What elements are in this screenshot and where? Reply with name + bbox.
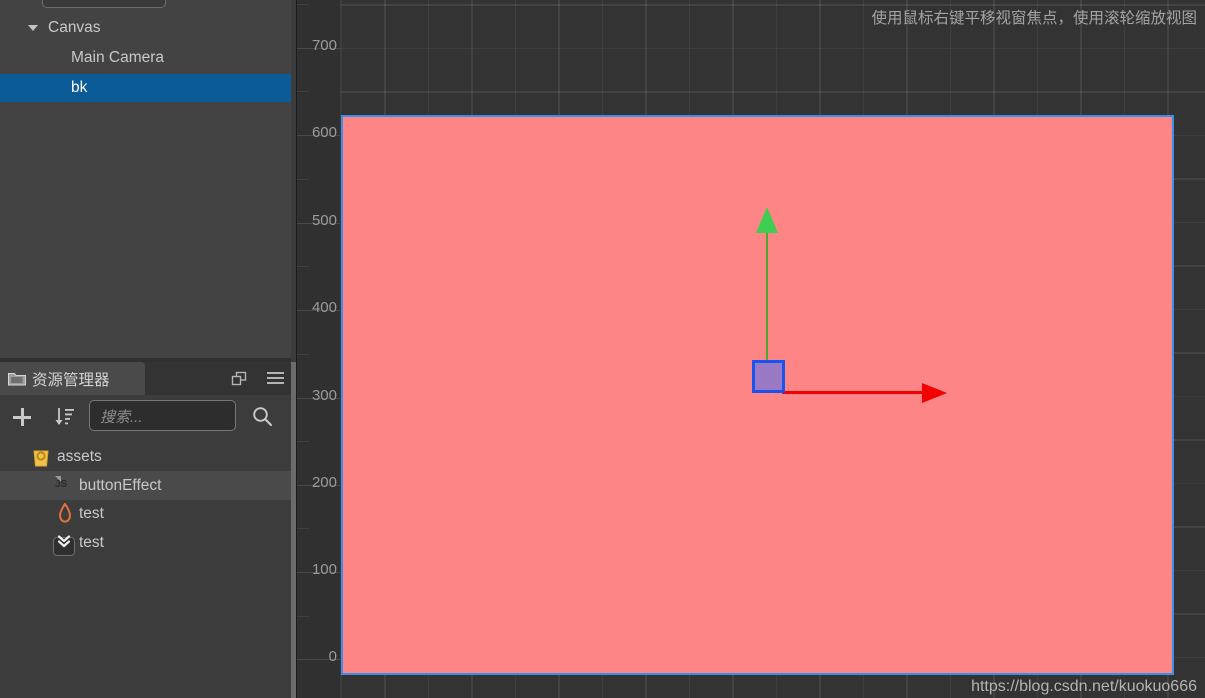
ruler-tick-label: 300	[311, 387, 337, 404]
asset-row-test-animation[interactable]: test	[0, 499, 291, 528]
ruler-tick-label: 700	[311, 37, 337, 54]
vertical-ruler: 700 600 500 400 300 200 100 0	[297, 0, 341, 698]
sort-descending-icon[interactable]	[54, 406, 76, 428]
gizmo-y-axis-arrow[interactable]	[756, 207, 778, 233]
asset-row-buttoneffect[interactable]: JS buttonEffect	[0, 471, 291, 500]
ruler-tick-label: 400	[311, 299, 337, 316]
ruler-tick-label: 200	[311, 474, 337, 491]
transform-gizmo[interactable]	[752, 207, 952, 410]
prefab-icon	[53, 531, 75, 561]
hierarchy-item-canvas[interactable]: Canvas	[0, 14, 291, 42]
assets-search-input[interactable]: 搜索...	[89, 400, 236, 431]
hierarchy-item-main-camera[interactable]: Main Camera	[0, 44, 291, 72]
gizmo-y-axis-line[interactable]	[766, 231, 768, 363]
hierarchy-panel: Canvas Main Camera bk	[0, 0, 291, 360]
popout-window-icon[interactable]	[231, 371, 247, 387]
gizmo-x-axis-arrow[interactable]	[922, 383, 947, 403]
ruler-tick-label: 600	[311, 124, 337, 141]
scene-view[interactable]: 700 600 500 400 300 200 100 0 使用鼠标右键平移视窗…	[297, 0, 1205, 698]
assets-toolbar: 搜索...	[0, 395, 291, 441]
left-dock: Canvas Main Camera bk 资源管理器 搜索... assets…	[0, 0, 297, 698]
gizmo-x-axis-line[interactable]	[782, 391, 925, 394]
ruler-tick-label: 100	[311, 561, 337, 578]
chevron-down-icon[interactable]	[28, 25, 38, 31]
ruler-tick-label: 500	[311, 212, 337, 229]
hierarchy-search-input[interactable]	[42, 0, 166, 8]
plus-icon[interactable]	[12, 407, 32, 427]
scene-hint-text: 使用鼠标右键平移视窗焦点，使用滚轮缩放视图	[871, 10, 1197, 27]
watermark-text: https://blog.csdn.net/kuokuo666	[971, 678, 1197, 695]
asset-row-assets[interactable]: assets	[0, 442, 291, 471]
asset-row-label: buttonEffect	[79, 477, 162, 494]
hierarchy-item-bk[interactable]: bk	[0, 74, 291, 102]
hierarchy-item-label: Main Camera	[71, 49, 165, 66]
folder-icon	[8, 371, 26, 386]
hamburger-menu-icon[interactable]	[267, 372, 284, 385]
asset-row-label: assets	[57, 448, 102, 465]
asset-row-label: test	[79, 534, 104, 551]
assets-tabbar: 资源管理器	[0, 362, 291, 395]
asset-row-label: test	[79, 505, 104, 522]
ruler-tick-label: 0	[328, 648, 337, 665]
assets-search-placeholder: 搜索...	[100, 409, 143, 426]
tab-assets-manager[interactable]: 资源管理器	[0, 362, 145, 395]
tab-assets-manager-label: 资源管理器	[32, 372, 110, 389]
magnifier-icon[interactable]	[252, 406, 273, 427]
editor-window: Canvas Main Camera bk 资源管理器 搜索... assets…	[0, 0, 1205, 698]
hierarchy-item-label: Canvas	[48, 19, 101, 36]
hierarchy-item-label: bk	[71, 79, 88, 96]
asset-row-test-prefab[interactable]: test	[0, 528, 291, 557]
gizmo-center-handle[interactable]	[752, 360, 785, 393]
